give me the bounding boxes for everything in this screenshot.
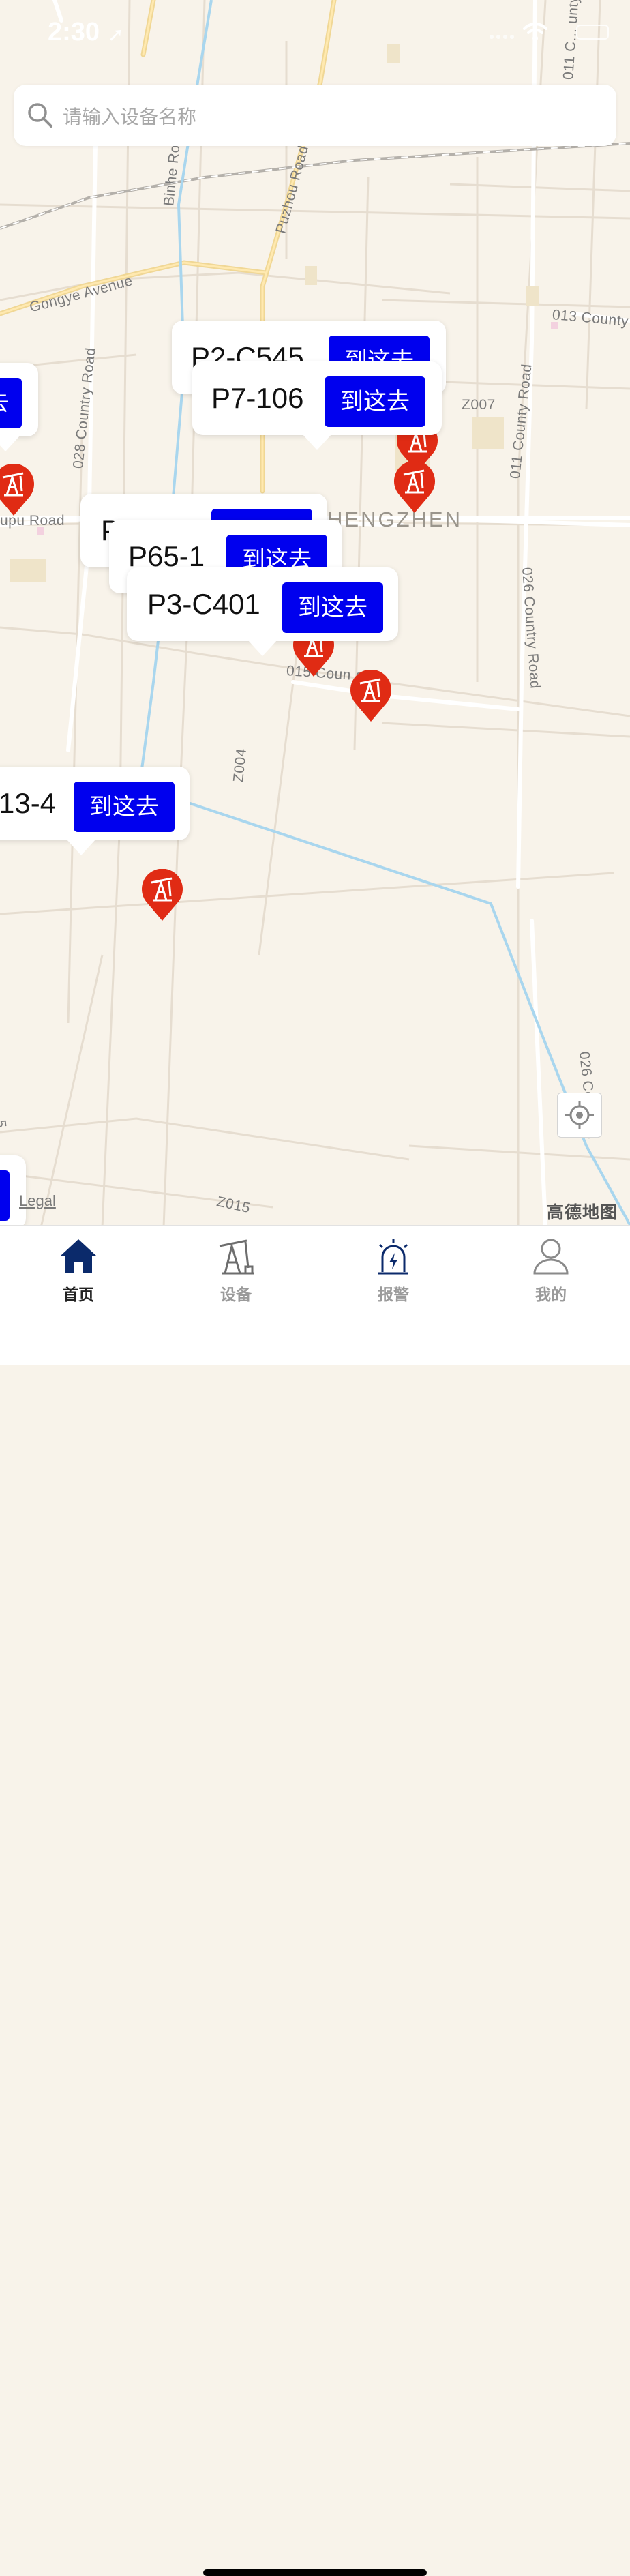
locate-me-button[interactable] — [557, 1093, 602, 1138]
search-bar[interactable]: 请输入设备名称 — [14, 85, 616, 146]
map-provider-logo: 高德地图 — [547, 1203, 618, 1222]
tab-devices[interactable]: 设备 — [195, 1237, 277, 1312]
status-time: 2:30 — [48, 18, 100, 46]
marker-name: P3-C401 — [147, 588, 260, 620]
pumpjack-pin[interactable] — [0, 464, 35, 517]
status-bar: 2:30 ➚ — [0, 0, 630, 68]
marker-name: 13-4 — [0, 787, 57, 819]
home-indicator[interactable] — [203, 2569, 427, 2576]
crosshair-icon — [565, 1101, 594, 1129]
tab-label: 首页 — [63, 1286, 94, 1303]
marker-callout[interactable]: 13-4 到这去 — [0, 767, 190, 855]
pumpjack-pin[interactable] — [393, 461, 436, 514]
user-icon — [533, 1239, 569, 1275]
marker-callout[interactable]: P7-106 到这去 — [192, 361, 442, 450]
tab-home[interactable]: 首页 — [38, 1237, 119, 1312]
location-arrow-icon: ➚ — [108, 24, 124, 45]
pumpjack-pin[interactable] — [349, 670, 393, 723]
alarm-icon — [378, 1239, 408, 1275]
navigate-button[interactable]: 去 — [0, 378, 22, 428]
tab-profile[interactable]: 我的 — [510, 1237, 592, 1312]
wifi-icon — [523, 23, 548, 41]
road-label: Z007 — [462, 397, 496, 413]
signal-icon — [490, 35, 514, 39]
tab-bar: 首页 设备 报警 我的 — [0, 1225, 630, 2576]
marker-callout[interactable]: P3-C401 到这去 — [127, 567, 398, 656]
tab-label: 设备 — [220, 1286, 252, 1303]
pumpjack-icon — [219, 1239, 254, 1275]
search-icon — [28, 103, 52, 128]
map-view[interactable]: Gongye Avenue Puzhou Road Binhe Ro 028 C… — [0, 0, 630, 1225]
marker-name: P7-106 — [211, 382, 304, 414]
search-input[interactable]: 请输入设备名称 — [63, 102, 196, 130]
navigate-button[interactable] — [0, 1170, 10, 1221]
tab-alarm[interactable]: 报警 — [352, 1237, 434, 1312]
navigate-button[interactable]: 到这去 — [74, 782, 175, 832]
marker-callout[interactable]: 去 — [0, 363, 38, 451]
tab-label: 我的 — [535, 1286, 567, 1303]
marker-callout[interactable] — [0, 1155, 26, 1225]
pumpjack-pin[interactable] — [140, 869, 184, 922]
tab-label: 报警 — [378, 1286, 409, 1303]
legal-link[interactable]: Legal — [19, 1192, 56, 1210]
home-icon — [61, 1239, 96, 1273]
navigate-button[interactable]: 到这去 — [325, 376, 425, 427]
navigate-button[interactable]: 到这去 — [282, 582, 383, 633]
battery-icon — [576, 25, 609, 40]
